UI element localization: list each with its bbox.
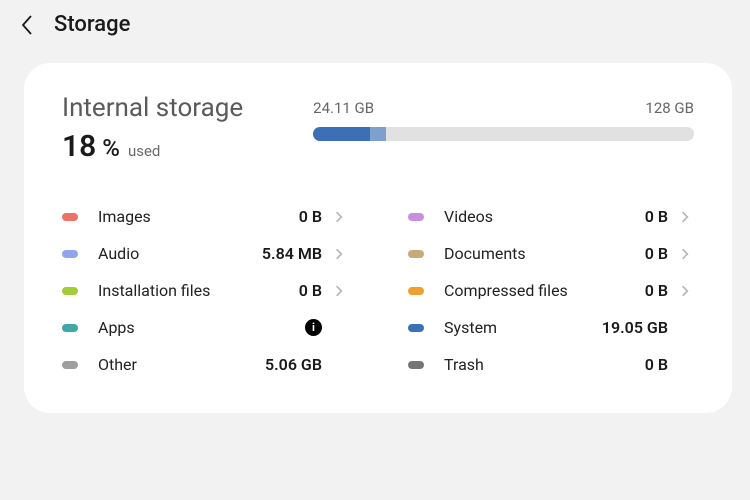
category-swatch xyxy=(408,287,424,295)
category-label: Images xyxy=(98,207,299,226)
category-row: Other5.06 GB xyxy=(62,346,348,383)
category-label: Installation files xyxy=(98,281,299,300)
page-title: Storage xyxy=(54,12,130,37)
category-size: 0 B xyxy=(299,207,322,226)
category-row: System19.05 GB xyxy=(408,309,694,346)
chevron-right-icon xyxy=(676,210,694,224)
category-row: Appsi xyxy=(62,309,348,346)
chevron-right-icon xyxy=(330,247,348,261)
chevron-right-icon xyxy=(330,210,348,224)
category-size: 0 B xyxy=(645,355,668,374)
category-row[interactable]: Audio5.84 MB xyxy=(62,235,348,272)
chevron-right-icon xyxy=(676,284,694,298)
category-label: System xyxy=(444,318,602,337)
category-size: 0 B xyxy=(645,244,668,263)
category-swatch xyxy=(408,361,424,369)
used-summary: 18% used xyxy=(62,129,243,164)
category-size: 5.06 GB xyxy=(265,355,322,374)
category-row[interactable]: Compressed files0 B xyxy=(408,272,694,309)
category-swatch xyxy=(62,361,78,369)
category-size: 0 B xyxy=(645,281,668,300)
bar-segment xyxy=(313,127,370,141)
category-label: Documents xyxy=(444,244,645,263)
category-label: Audio xyxy=(98,244,262,263)
chevron-right-icon xyxy=(330,284,348,298)
category-row[interactable]: Documents0 B xyxy=(408,235,694,272)
category-row[interactable]: Installation files0 B xyxy=(62,272,348,309)
category-swatch xyxy=(62,324,78,332)
category-label: Apps xyxy=(98,318,305,337)
category-label: Videos xyxy=(444,207,645,226)
category-swatch xyxy=(62,213,78,221)
category-swatch xyxy=(62,250,78,258)
category-label: Other xyxy=(98,355,265,374)
storage-bar xyxy=(313,127,694,141)
category-label: Compressed files xyxy=(444,281,645,300)
used-label: used xyxy=(128,142,160,160)
category-swatch xyxy=(408,324,424,332)
info-icon[interactable]: i xyxy=(305,319,322,336)
bar-used-label: 24.11 GB xyxy=(313,99,374,117)
percent-suffix: % xyxy=(102,134,120,162)
storage-title: Internal storage xyxy=(62,93,243,123)
category-size: 0 B xyxy=(645,207,668,226)
category-size: 19.05 GB xyxy=(602,318,668,337)
back-icon[interactable] xyxy=(18,16,36,34)
bar-segment xyxy=(370,127,385,141)
category-row[interactable]: Videos0 B xyxy=(408,198,694,235)
category-size: 5.84 MB xyxy=(262,244,322,263)
category-swatch xyxy=(408,213,424,221)
bar-total-label: 128 GB xyxy=(645,99,694,117)
category-row: Trash0 B xyxy=(408,346,694,383)
percent-value: 18 xyxy=(62,129,96,164)
category-label: Trash xyxy=(444,355,645,374)
storage-card: Internal storage 18% used 24.11 GB 128 G… xyxy=(24,63,732,413)
category-swatch xyxy=(62,287,78,295)
chevron-right-icon xyxy=(676,247,694,261)
category-swatch xyxy=(408,250,424,258)
category-size: 0 B xyxy=(299,281,322,300)
category-row[interactable]: Images0 B xyxy=(62,198,348,235)
